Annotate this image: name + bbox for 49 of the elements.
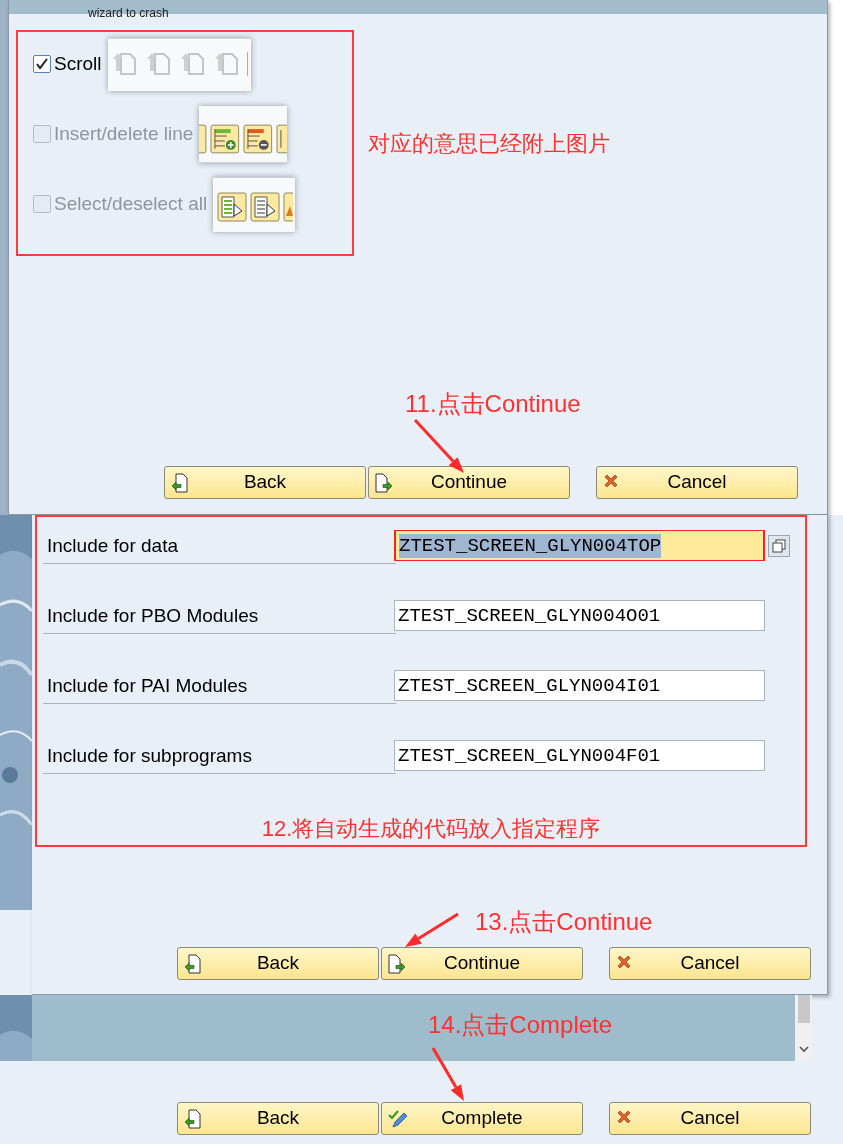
copy-icon <box>772 538 786 553</box>
document-left-arrow-icon <box>184 1109 202 1129</box>
cross-icon <box>603 473 619 489</box>
document-left-arrow-icon <box>184 954 202 974</box>
button-icon <box>199 123 208 154</box>
window-caption: wizard to crash <box>88 6 169 20</box>
select-all-icon <box>217 191 248 222</box>
button-icon <box>275 123 288 154</box>
back-button[interactable]: Back <box>177 1102 379 1135</box>
cross-icon <box>616 954 632 970</box>
complete-button[interactable]: Complete <box>381 1102 583 1135</box>
document-right-arrow-icon <box>388 954 406 974</box>
annotation-note: 11.点击Continue <box>405 389 581 419</box>
input-field[interactable]: ZTEST_SCREEN_GLYN004I01 <box>394 670 765 701</box>
annotation-arrow <box>413 419 464 473</box>
document-left-arrow-icon <box>171 473 189 493</box>
button-icon <box>283 191 294 222</box>
checkbox-label: Scroll <box>54 51 102 76</box>
cancel-button[interactable]: Cancel <box>609 947 811 980</box>
checkbox[interactable] <box>33 55 51 73</box>
cross-icon <box>616 1109 632 1125</box>
chevron-down-icon <box>798 1046 809 1053</box>
input-field[interactable]: ZTEST_SCREEN_GLYN004TOP <box>394 530 765 561</box>
deselect-all-icon <box>250 191 281 222</box>
continue-button[interactable]: Continue <box>381 947 583 980</box>
back-button[interactable]: Back <box>164 466 366 499</box>
checkbox-label: Insert/delete line <box>54 121 194 146</box>
annotation-note: 12.将自动生成的代码放入指定程序 <box>261 815 601 843</box>
cancel-button[interactable]: Cancel <box>596 466 798 499</box>
field-label: Include for data <box>47 534 178 559</box>
annotation-arrow <box>431 1047 464 1101</box>
input-field[interactable]: ZTEST_SCREEN_GLYN004F01 <box>394 740 765 771</box>
field-label: Include for PBO Modules <box>47 604 259 629</box>
back-button[interactable]: Back <box>177 947 379 980</box>
field-label: Include for subprograms <box>47 744 252 769</box>
cancel-button[interactable]: Cancel <box>609 1102 811 1135</box>
annotation-note: 14.点击Complete <box>428 1010 613 1040</box>
field-label: Include for PAI Modules <box>47 674 248 699</box>
annotation-note: 对应的意思已经附上图片 <box>368 129 610 158</box>
scrollbar[interactable] <box>795 995 812 1061</box>
checkmark-icon <box>36 58 48 70</box>
document-right-arrow-icon <box>375 473 393 493</box>
value-help-button[interactable] <box>768 534 790 557</box>
checkbox-label: Select/deselect all <box>54 191 208 216</box>
annotation-note: 13.点击Continue <box>475 907 653 937</box>
input-field[interactable]: ZTEST_SCREEN_GLYN004O01 <box>394 600 765 631</box>
continue-button[interactable]: Continue <box>368 466 570 499</box>
annotation-arrow <box>405 912 459 947</box>
check-pencil-icon <box>388 1109 410 1129</box>
